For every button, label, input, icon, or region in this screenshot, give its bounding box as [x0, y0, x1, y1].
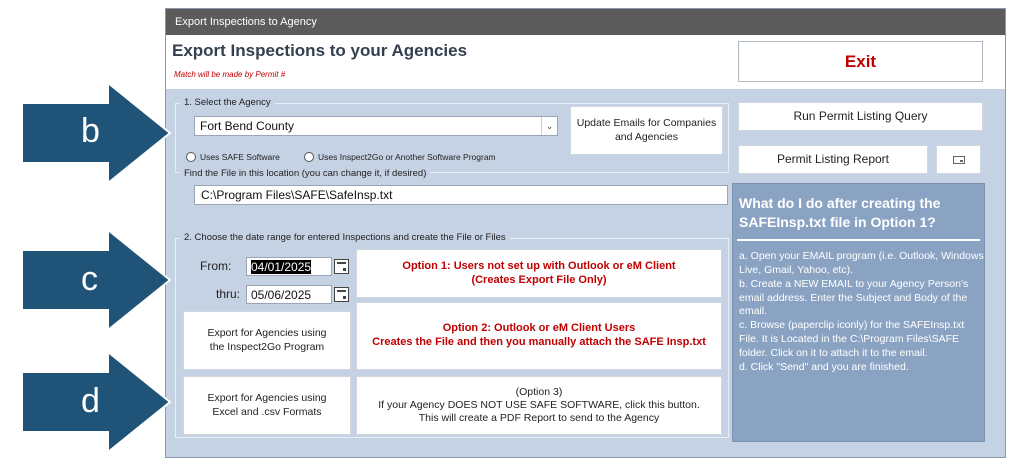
- date-range-legend: 2. Choose the date range for entered Ins…: [180, 232, 510, 243]
- export-inspect2go-button[interactable]: Export for Agencies using the Inspect2Go…: [183, 311, 351, 370]
- file-path-input[interactable]: C:\Program Files\SAFE\SafeInsp.txt: [194, 185, 728, 205]
- permit-report-button[interactable]: Permit Listing Report: [738, 145, 928, 174]
- run-permit-query-button[interactable]: Run Permit Listing Query: [738, 102, 983, 131]
- export-window: Export Inspections to Agency Export Insp…: [165, 8, 1006, 458]
- option2-title: Option 2: Outlook or eM Client Users: [442, 322, 636, 335]
- help-step-b: b. Create a NEW EMAIL to your Agency Per…: [739, 277, 969, 318]
- option1-subtitle: (Creates Export File Only): [471, 273, 607, 286]
- window-titlebar: Export Inspections to Agency: [166, 9, 1005, 35]
- help-step-d: d. Click "Send" and you are finished.: [739, 360, 909, 373]
- page-title: Export Inspections to your Agencies: [172, 41, 468, 60]
- radio-uses-safe[interactable]: Uses SAFE Software: [186, 152, 280, 162]
- help-title: What do I do after creating the SAFEInsp…: [739, 195, 941, 230]
- help-steps: a. Open your EMAIL program (i.e. Outlook…: [739, 250, 984, 375]
- thru-label: thru:: [216, 287, 241, 301]
- radio-uses-safe-label: Uses SAFE Software: [200, 152, 280, 162]
- export-excel-button[interactable]: Export for Agencies using Excel and .csv…: [183, 376, 351, 435]
- help-step-a: a. Open your EMAIL program (i.e. Outlook…: [739, 250, 984, 276]
- help-divider: [737, 239, 980, 241]
- help-panel: What do I do after creating the SAFEInsp…: [732, 183, 985, 442]
- option3-button[interactable]: (Option 3) If your Agency DOES NOT USE S…: [356, 376, 722, 435]
- calendar-icon[interactable]: [334, 287, 349, 302]
- calendar-icon[interactable]: [334, 259, 349, 274]
- radio-circle-icon: [186, 152, 196, 162]
- option1-button[interactable]: Option 1: Users not set up with Outlook …: [356, 249, 722, 298]
- from-date-input[interactable]: 04/01/2025: [246, 257, 332, 276]
- callout-label-d: d: [81, 382, 100, 420]
- file-location-legend: Find the File in this location (you can …: [180, 168, 431, 179]
- radio-circle-icon: [304, 152, 314, 162]
- report-preview-button[interactable]: [936, 145, 981, 174]
- select-agency-legend: 1. Select the Agency: [180, 97, 275, 108]
- page-subtitle: Match will be made by Permit #: [174, 70, 286, 79]
- callout-label-b: b: [81, 112, 100, 150]
- option2-subtitle: Creates the File and then you manually a…: [372, 336, 706, 348]
- option2-button[interactable]: Option 2: Outlook or eM Client Users Cre…: [356, 302, 722, 370]
- from-label: From:: [200, 259, 232, 273]
- radio-uses-other-label: Uses Inspect2Go or Another Software Prog…: [318, 152, 496, 162]
- help-step-c: c. Browse (paperclip iconly) for the SAF…: [739, 319, 965, 360]
- agency-combobox-value: Fort Bend County: [200, 119, 295, 133]
- agency-combobox[interactable]: Fort Bend County ⌄: [194, 116, 558, 136]
- update-emails-button[interactable]: Update Emails for Companies and Agencies: [570, 106, 723, 155]
- exit-button[interactable]: Exit: [738, 41, 983, 82]
- callout-label-c: c: [81, 260, 98, 298]
- chevron-down-icon[interactable]: ⌄: [541, 117, 557, 135]
- radio-uses-other[interactable]: Uses Inspect2Go or Another Software Prog…: [304, 152, 496, 162]
- thru-date-input[interactable]: 05/06/2025: [246, 285, 332, 304]
- report-icon: [952, 155, 965, 164]
- option1-title: Option 1: Users not set up with Outlook …: [402, 259, 676, 272]
